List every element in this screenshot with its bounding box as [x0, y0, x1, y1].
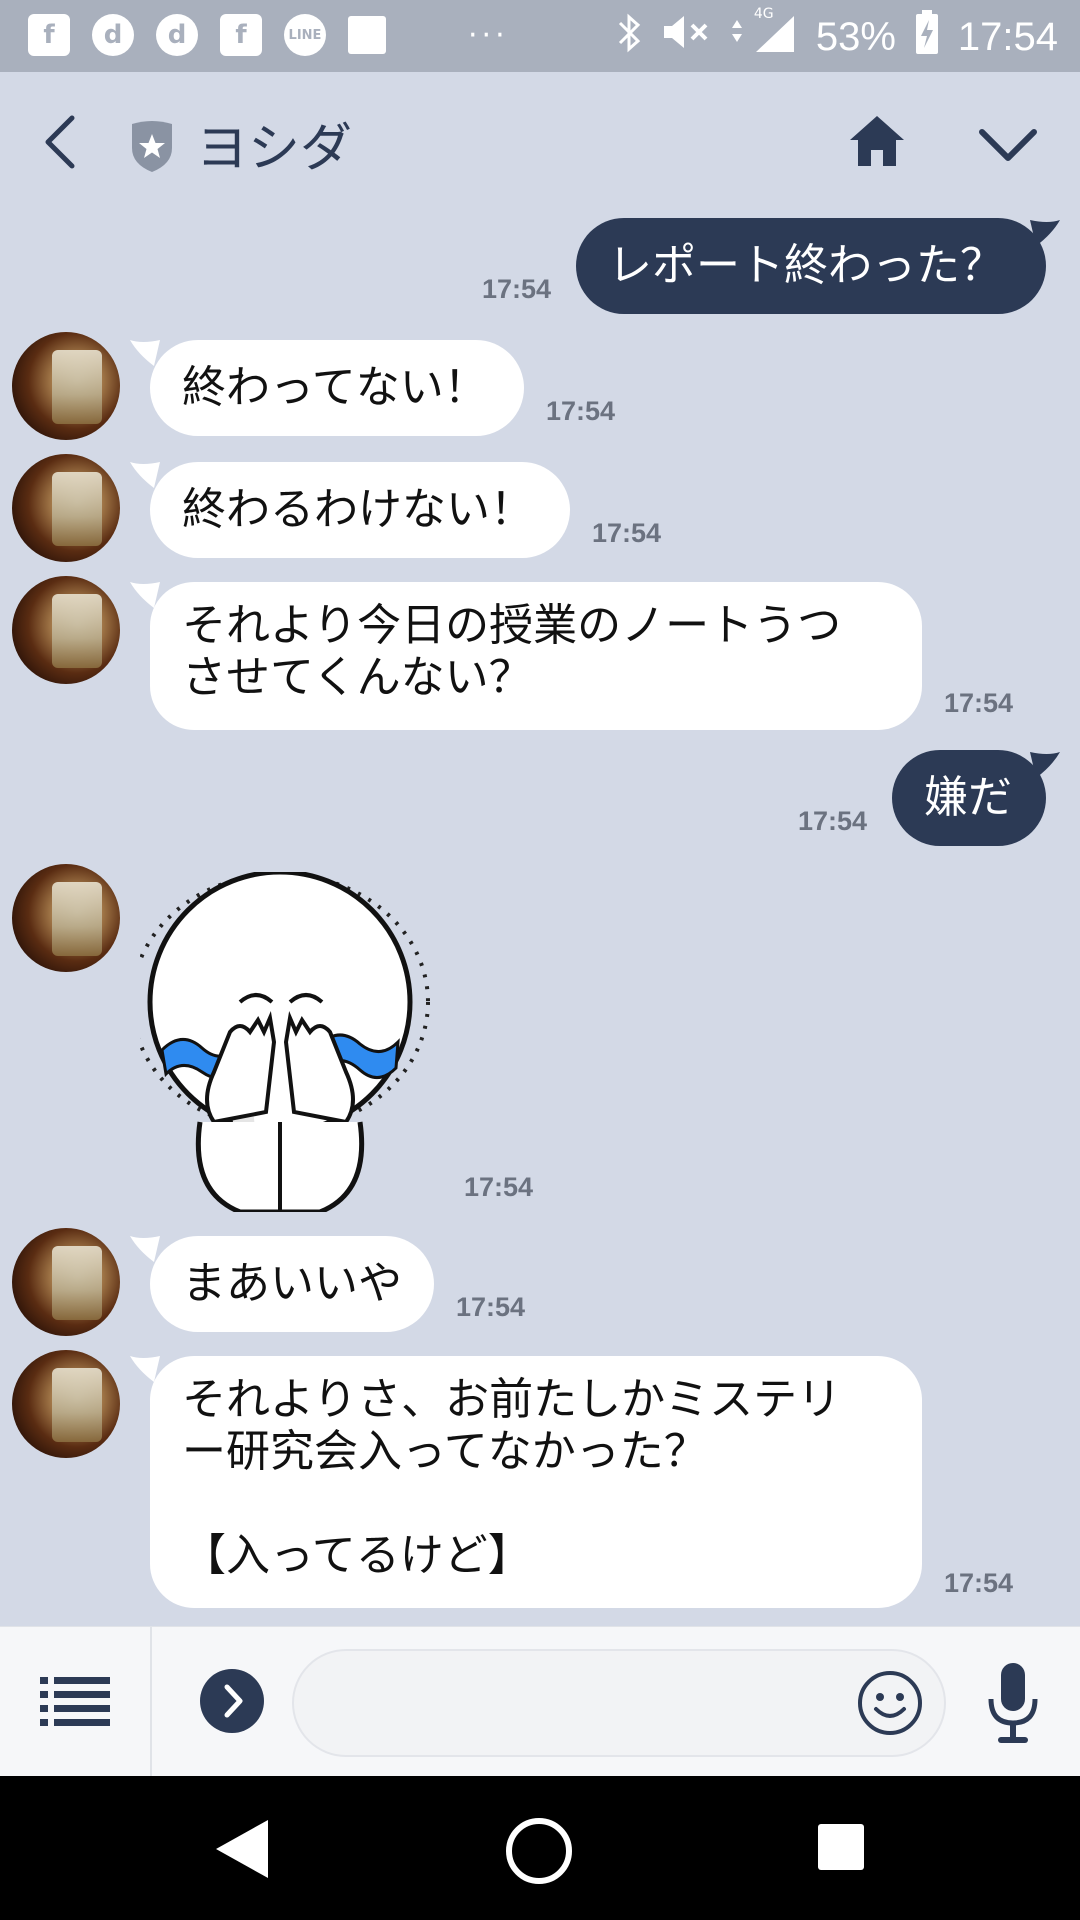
status-bar: f d d f LINE ··· 4G 53% 17:54	[0, 0, 1080, 72]
square-notification-icon	[348, 16, 386, 54]
message-input[interactable]	[292, 1649, 946, 1757]
incoming-message-bubble[interactable]: 終わるわけない！	[150, 462, 570, 558]
mute-icon	[660, 12, 710, 62]
message-list[interactable]: 17:54 レポート終わった？ 終わってない！ 17:54 終わるわけない！ 1…	[0, 212, 1080, 1626]
chat-screen: f d d f LINE ··· 4G 53% 17:54 ヨシダ 17:54 …	[0, 0, 1080, 1920]
facebook-notification-icon: f	[220, 14, 262, 56]
contact-avatar[interactable]	[12, 454, 120, 562]
message-time: 17:54	[944, 1568, 1014, 1598]
message-input-bar	[0, 1626, 1080, 1777]
voice-input-button[interactable]	[986, 1661, 1040, 1745]
contact-avatar[interactable]	[12, 1350, 120, 1458]
incoming-message-bubble[interactable]: 終わってない！	[150, 340, 524, 436]
system-status: 4G 53% 17:54	[616, 6, 1058, 64]
back-button[interactable]	[38, 112, 88, 172]
nav-home-button[interactable]	[504, 1816, 574, 1886]
bubble-tail	[1030, 752, 1060, 778]
message-time: 17:54	[464, 1172, 534, 1202]
contact-avatar[interactable]	[12, 864, 120, 972]
nav-back-button[interactable]	[212, 1816, 272, 1882]
network-signal-icon: 4G	[728, 6, 798, 64]
chevron-right-icon	[224, 1684, 243, 1718]
bubble-tail	[130, 340, 160, 366]
list-menu-icon	[40, 1677, 110, 1726]
incoming-message-bubble[interactable]: まあいいや	[150, 1236, 434, 1332]
contact-avatar[interactable]	[12, 576, 120, 684]
chevron-down-icon	[979, 129, 1037, 161]
contact-name[interactable]: ヨシダ	[196, 106, 352, 181]
message-time: 17:54	[592, 518, 662, 548]
home-icon	[850, 116, 904, 166]
emoji-button[interactable]	[856, 1669, 924, 1737]
incoming-message-bubble[interactable]: それより今日の授業のノートうつ させてくんない？	[150, 582, 922, 730]
message-time: 17:54	[798, 806, 868, 836]
incoming-message-bubble[interactable]: それよりさ、お前たしかミステリ ー研究会入ってなかった？ 【入ってるけど】	[150, 1356, 922, 1608]
bubble-tail	[130, 1236, 160, 1262]
message-time: 17:54	[456, 1292, 526, 1322]
contact-avatar[interactable]	[12, 332, 120, 440]
chat-header: ヨシダ	[0, 72, 1080, 212]
circle-home-icon	[506, 1818, 572, 1884]
network-type: 4G	[753, 6, 774, 22]
bubble-tail	[130, 462, 160, 488]
facebook-notification-icon: f	[28, 14, 70, 56]
message-time: 17:54	[482, 274, 552, 304]
contact-avatar[interactable]	[12, 1228, 120, 1336]
bluetooth-icon	[616, 13, 642, 62]
expand-button[interactable]	[200, 1669, 264, 1733]
app-notification-icon: d	[92, 14, 134, 56]
divider	[150, 1627, 152, 1777]
message-time: 17:54	[546, 396, 616, 426]
triangle-back-icon	[216, 1820, 268, 1878]
bubble-tail	[1030, 220, 1060, 246]
nav-recents-button[interactable]	[816, 1822, 866, 1872]
home-button[interactable]	[848, 112, 906, 170]
more-notifications-icon: ···	[468, 17, 509, 53]
shield-star-icon	[128, 118, 176, 174]
chevron-left-icon	[45, 115, 75, 169]
dropdown-menu-button[interactable]	[976, 122, 1040, 166]
outgoing-message-bubble[interactable]: レポート終わった？	[576, 218, 1046, 314]
square-recents-icon	[818, 1824, 864, 1870]
smiley-icon	[858, 1671, 922, 1735]
microphone-icon	[988, 1663, 1038, 1743]
battery-icon	[914, 10, 940, 64]
app-notification-icon: d	[156, 14, 198, 56]
system-navigation-bar	[0, 1776, 1080, 1920]
notification-icons: f d d f LINE ···	[28, 14, 509, 56]
clock: 17:54	[957, 14, 1058, 59]
battery-percentage: 53%	[815, 14, 896, 59]
outgoing-message-bubble[interactable]: 嫌だ	[892, 750, 1046, 846]
message-time: 17:54	[944, 688, 1014, 718]
line-notification-icon: LINE	[284, 14, 326, 56]
menu-button[interactable]	[40, 1671, 110, 1731]
crying-face-sticker[interactable]	[130, 869, 440, 1215]
